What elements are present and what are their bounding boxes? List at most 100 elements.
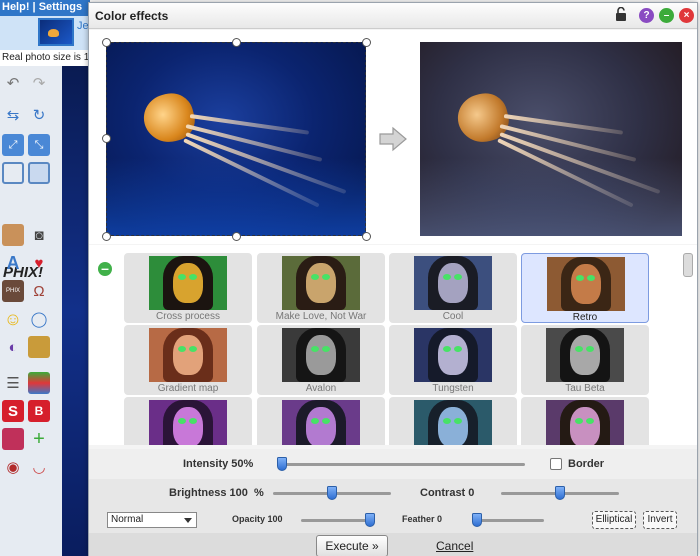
brightness-slider-knob[interactable] bbox=[327, 486, 337, 500]
selection-handle[interactable] bbox=[102, 134, 111, 143]
opacity-slider-knob[interactable] bbox=[365, 513, 375, 527]
cancel-link[interactable]: Cancel bbox=[436, 539, 473, 553]
effect-label: Tau Beta bbox=[565, 383, 605, 394]
s-effect-icon[interactable]: S bbox=[2, 400, 24, 422]
canvas-icon[interactable] bbox=[28, 162, 50, 184]
effect-thumbnail bbox=[414, 400, 492, 445]
selection-handle[interactable] bbox=[102, 38, 111, 47]
scale-icon[interactable]: ⤡ bbox=[28, 134, 50, 156]
effect-tile[interactable] bbox=[124, 397, 252, 445]
opacity-slider[interactable] bbox=[301, 513, 375, 527]
effect-tile[interactable]: Cool bbox=[389, 253, 517, 323]
brightness-contrast-row: Brightness 100 % Contrast 0 bbox=[89, 479, 697, 507]
text-icon[interactable]: A bbox=[2, 252, 24, 274]
effect-label: Tungsten bbox=[432, 383, 474, 394]
contrast-label: Contrast 0 bbox=[420, 487, 475, 499]
effect-thumbnail bbox=[546, 400, 624, 445]
effect-tile[interactable] bbox=[389, 397, 517, 445]
selection-handle[interactable] bbox=[362, 38, 371, 47]
photo-thumbnail[interactable] bbox=[38, 18, 74, 46]
effect-tile[interactable]: Cross process bbox=[124, 253, 252, 323]
feather-label: Feather 0 bbox=[402, 514, 443, 524]
minimize-icon[interactable]: – bbox=[659, 8, 674, 23]
collapse-icon[interactable]: – bbox=[98, 261, 112, 276]
effect-label: Make Love, Not War bbox=[275, 311, 367, 322]
selection-handle[interactable] bbox=[102, 232, 111, 241]
dialog-footer: Execute » Cancel bbox=[89, 533, 697, 556]
heart-icon[interactable]: ♥ bbox=[28, 252, 50, 274]
dialog-titlebar[interactable]: Color effects ? – × bbox=[89, 3, 697, 29]
intensity-slider-knob[interactable] bbox=[277, 457, 287, 471]
effect-tile[interactable]: Avalon bbox=[257, 325, 385, 395]
effects-scrollbar[interactable] bbox=[682, 251, 694, 443]
camera-icon[interactable]: ◙ bbox=[28, 224, 50, 246]
feather-slider-knob[interactable] bbox=[472, 513, 482, 527]
face-effects-icon[interactable] bbox=[2, 224, 24, 246]
flip-icon[interactable]: ⇆ bbox=[2, 104, 24, 126]
add-icon[interactable]: + bbox=[28, 428, 50, 450]
intensity-slider[interactable] bbox=[277, 457, 525, 471]
selection-frame[interactable] bbox=[106, 42, 366, 236]
effect-tile[interactable]: Retro bbox=[521, 253, 649, 323]
opacity-label: Opacity 100 bbox=[232, 514, 283, 524]
border-checkbox[interactable] bbox=[550, 458, 562, 470]
effect-tile[interactable] bbox=[521, 397, 649, 445]
effect-label: Retro bbox=[572, 312, 598, 323]
sticker-icon[interactable] bbox=[2, 428, 24, 450]
effect-thumbnail bbox=[282, 328, 360, 382]
resize-icon[interactable]: ⤢ bbox=[2, 134, 24, 156]
adjust-icon[interactable]: ☰ bbox=[2, 372, 24, 394]
scrollbar-thumb[interactable] bbox=[683, 253, 693, 277]
contrast-slider[interactable] bbox=[501, 486, 619, 500]
arrow-right-icon bbox=[379, 126, 407, 152]
selection-handle[interactable] bbox=[232, 232, 241, 241]
photo-thumbnail-strip: Je bbox=[0, 16, 90, 50]
effect-thumbnail bbox=[282, 256, 360, 310]
brightness-slider[interactable] bbox=[273, 486, 391, 500]
invert-button[interactable]: Invert bbox=[643, 511, 677, 529]
background-photo bbox=[62, 66, 90, 556]
contrast-slider-knob[interactable] bbox=[555, 486, 565, 500]
teeth-icon[interactable]: ◡ bbox=[28, 456, 50, 478]
speech-bubble-icon[interactable]: ◯ bbox=[28, 308, 50, 330]
hair-icon[interactable]: Ω bbox=[28, 280, 50, 302]
effect-thumbnail bbox=[149, 256, 227, 310]
effect-tile[interactable]: Tungsten bbox=[389, 325, 517, 395]
app-menu-bar[interactable]: Help! | Settings bbox=[0, 0, 90, 16]
effect-thumbnail bbox=[414, 256, 492, 310]
result-preview-photo bbox=[420, 42, 682, 236]
effect-thumbnail bbox=[546, 328, 624, 382]
blend-mode-select[interactable]: Normal bbox=[107, 512, 197, 528]
feather-slider[interactable] bbox=[472, 513, 544, 527]
effect-label: Cool bbox=[442, 311, 464, 322]
smiley-icon[interactable]: ☺ bbox=[2, 308, 24, 330]
frame-icon[interactable] bbox=[28, 336, 50, 358]
effect-thumbnail bbox=[547, 257, 625, 311]
execute-button[interactable]: Execute » bbox=[316, 535, 388, 556]
effect-thumbnail bbox=[149, 328, 227, 382]
poster-icon[interactable]: PHIX bbox=[2, 280, 24, 302]
tool-panel: ↶ ↷ ⇆ ↻ ⤢ ⤡ PHIX! ◙ A ♥ PHIX Ω ☺ ◯ ◐ ☰ S… bbox=[0, 66, 62, 556]
rotate-icon[interactable]: ↻ bbox=[28, 104, 50, 126]
effect-label: Gradient map bbox=[157, 383, 219, 394]
elliptical-button[interactable]: Elliptical bbox=[592, 511, 636, 529]
border-label: Border bbox=[568, 458, 605, 470]
shapes-icon[interactable]: ◐ bbox=[2, 336, 24, 358]
lock-icon[interactable] bbox=[613, 6, 629, 22]
red-eye-icon[interactable]: ◉ bbox=[2, 456, 24, 478]
undo-icon[interactable]: ↶ bbox=[2, 72, 24, 94]
redo-icon[interactable]: ↷ bbox=[28, 72, 50, 94]
effect-tile[interactable] bbox=[257, 397, 385, 445]
real-photo-size-text: Real photo size is 1 bbox=[0, 51, 90, 65]
effect-tile[interactable]: Tau Beta bbox=[521, 325, 649, 395]
color-effects-icon[interactable] bbox=[28, 372, 50, 394]
effects-grid: – Cross process Make Love, Not War Cool Ret… bbox=[89, 245, 697, 445]
selection-handle[interactable] bbox=[232, 38, 241, 47]
crop-icon[interactable] bbox=[2, 162, 24, 184]
b-effect-icon[interactable]: B bbox=[28, 400, 50, 422]
effect-tile[interactable]: Make Love, Not War bbox=[257, 253, 385, 323]
effect-tile[interactable]: Gradient map bbox=[124, 325, 252, 395]
help-icon[interactable]: ? bbox=[639, 8, 654, 23]
selection-handle[interactable] bbox=[362, 232, 371, 241]
close-icon[interactable]: × bbox=[679, 8, 694, 23]
